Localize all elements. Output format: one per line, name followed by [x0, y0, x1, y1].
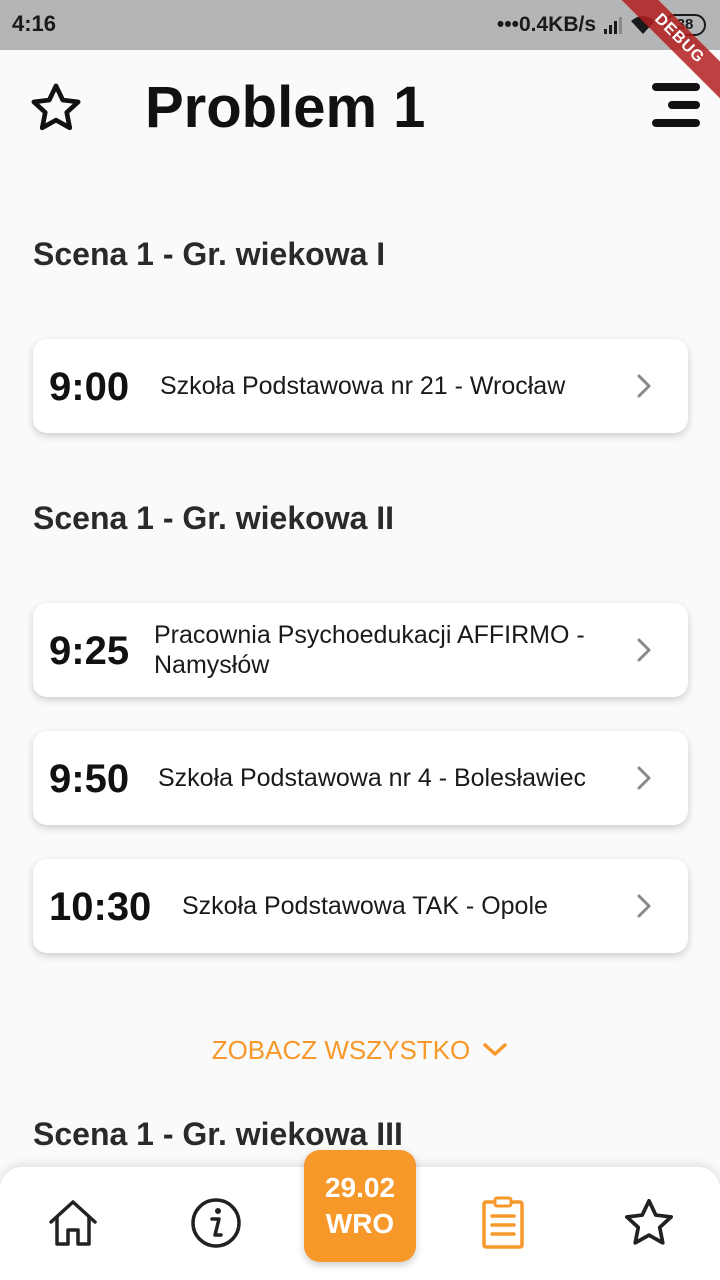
chevron-right-icon [637, 894, 651, 918]
schedule-icon[interactable] [475, 1195, 531, 1251]
section-title: Scena 1 - Gr. wiekowa III [33, 1116, 403, 1152]
section-title: Scena 1 - Gr. wiekowa II [33, 500, 395, 536]
date-city: WRO [325, 1208, 395, 1239]
page-title: Problem 1 [145, 75, 426, 140]
schedule-card[interactable]: 9:25 Pracownia Psychoedukacji AFFIRMO - … [33, 603, 688, 697]
section-title: Scena 1 - Gr. wiekowa I [33, 236, 386, 272]
chevron-right-icon [637, 374, 651, 398]
performance-time: 9:50 [49, 757, 130, 801]
app-header: Problem 1 [0, 50, 720, 170]
team-name: Pracownia Psychoedukacji AFFIRMO - Namys… [154, 621, 585, 679]
schedule-card[interactable]: 10:30 Szkoła Podstawowa TAK - Opole [33, 859, 688, 953]
signal-icon [604, 16, 622, 34]
star-outline-icon[interactable] [28, 80, 84, 136]
date-badge[interactable]: 29.02 WRO [304, 1150, 416, 1262]
bottom-navigation: 29.02 WRO [0, 1150, 720, 1280]
date-day: 29.02 [324, 1172, 396, 1203]
see-all-label: ZOBACZ WSZYSTKO [211, 1034, 471, 1065]
chevron-right-icon [637, 766, 651, 790]
network-speed: •••0.4KB/s [496, 13, 596, 36]
performance-time: 10:30 [49, 885, 152, 929]
chevron-down-icon [483, 1043, 508, 1056]
menu-icon[interactable] [644, 80, 704, 130]
schedule-card[interactable]: 9:50 Szkoła Podstawowa nr 4 - Bolesławie… [33, 731, 688, 825]
team-name: Szkoła Podstawowa TAK - Opole [182, 892, 548, 920]
schedule-card[interactable]: 9:00 Szkoła Podstawowa nr 21 - Wrocław [33, 339, 688, 433]
status-bar: 4:16 •••0.4KB/s 38 DEBUG [0, 0, 720, 109]
team-name: Szkoła Podstawowa nr 21 - Wrocław [160, 372, 566, 400]
status-time: 4:16 [12, 11, 57, 36]
performance-time: 9:00 [49, 365, 130, 409]
chevron-right-icon [637, 638, 651, 662]
favorites-icon[interactable] [621, 1195, 677, 1251]
team-name: Szkoła Podstawowa nr 4 - Bolesławiec [158, 764, 586, 792]
info-icon[interactable] [188, 1195, 244, 1251]
home-icon[interactable] [45, 1195, 101, 1251]
performance-time: 9:25 [49, 629, 130, 673]
see-all-button[interactable]: ZOBACZ WSZYSTKO [0, 1030, 720, 1070]
